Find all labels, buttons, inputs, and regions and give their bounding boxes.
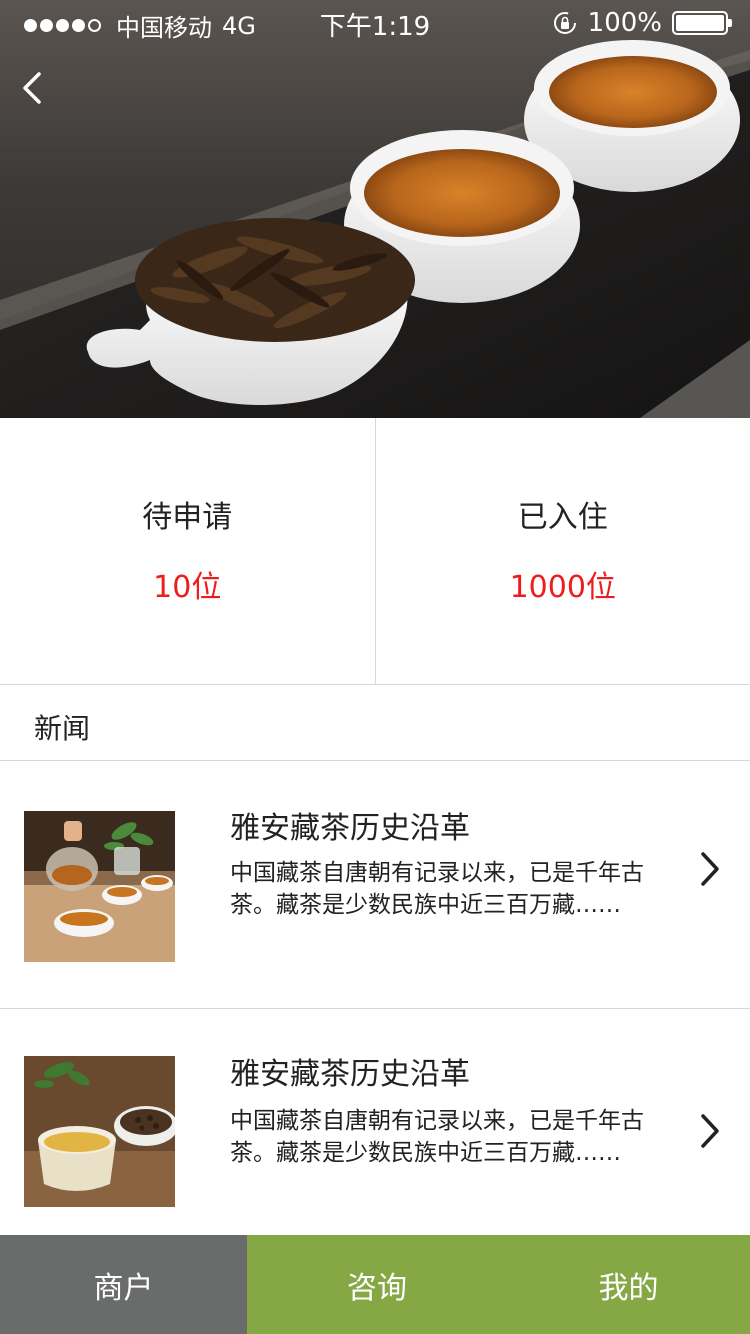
stat-label: 已入住 — [517, 500, 608, 535]
tab-label: 咨询 — [347, 1270, 407, 1306]
news-thumbnail — [24, 1056, 175, 1207]
chevron-left-icon — [23, 72, 41, 104]
news-list-item[interactable]: 雅安藏茶历史沿革 中国藏茶自唐朝有记录以来，已是千年古茶。藏茶是少数民族中近三百… — [0, 1009, 750, 1235]
battery-percent: 100% — [587, 8, 662, 38]
news-thumbnail — [24, 811, 175, 962]
news-section-title: 新闻 — [34, 712, 91, 745]
stat-pending[interactable]: 待申请 10位 — [0, 418, 375, 684]
news-section-header: 新闻 — [0, 685, 750, 761]
tab-label: 我的 — [598, 1270, 659, 1306]
news-item-title: 雅安藏茶历史沿革 — [230, 811, 470, 846]
news-list-item[interactable]: 雅安藏茶历史沿革 中国藏茶自唐朝有记录以来，已是千年古茶。藏茶是少数民族中近三百… — [0, 761, 750, 1009]
stat-settled[interactable]: 已入住 1000位 — [374, 418, 750, 684]
tab-merchant[interactable]: 商户 — [0, 1235, 247, 1334]
tab-mine[interactable]: 我的 — [507, 1235, 750, 1334]
stat-value: 10位 — [153, 570, 222, 605]
tab-consult[interactable]: 咨询 — [247, 1235, 507, 1334]
tab-label: 商户 — [93, 1270, 154, 1306]
stats-panel: 待申请 10位 已入住 1000位 — [0, 418, 750, 685]
news-item-summary: 中国藏茶自唐朝有记录以来，已是千年古茶。藏茶是少数民族中近三百万藏…… — [230, 860, 644, 918]
stat-value: 1000位 — [509, 570, 616, 605]
bottom-tab-bar: 商户 咨询 我的 — [0, 1235, 750, 1334]
status-right: 100% — [552, 8, 732, 38]
stat-label: 待申请 — [142, 500, 233, 535]
hero-banner: 中国移动 4G 下午1:19 100% — [0, 0, 750, 418]
battery-icon — [672, 11, 732, 35]
news-item-title: 雅安藏茶历史沿革 — [230, 1057, 470, 1092]
chevron-right-icon — [701, 852, 719, 886]
status-bar: 中国移动 4G 下午1:19 100% — [0, 0, 750, 44]
back-button[interactable] — [12, 66, 52, 110]
rotation-lock-icon — [553, 12, 576, 34]
news-item-summary: 中国藏茶自唐朝有记录以来，已是千年古茶。藏茶是少数民族中近三百万藏…… — [230, 1108, 644, 1166]
page: 中国移动 4G 下午1:19 100% 待申请 10位 已入住 1000位 新闻… — [0, 0, 750, 1334]
tea-cups-image — [0, 40, 750, 418]
chevron-right-icon — [701, 1114, 719, 1148]
